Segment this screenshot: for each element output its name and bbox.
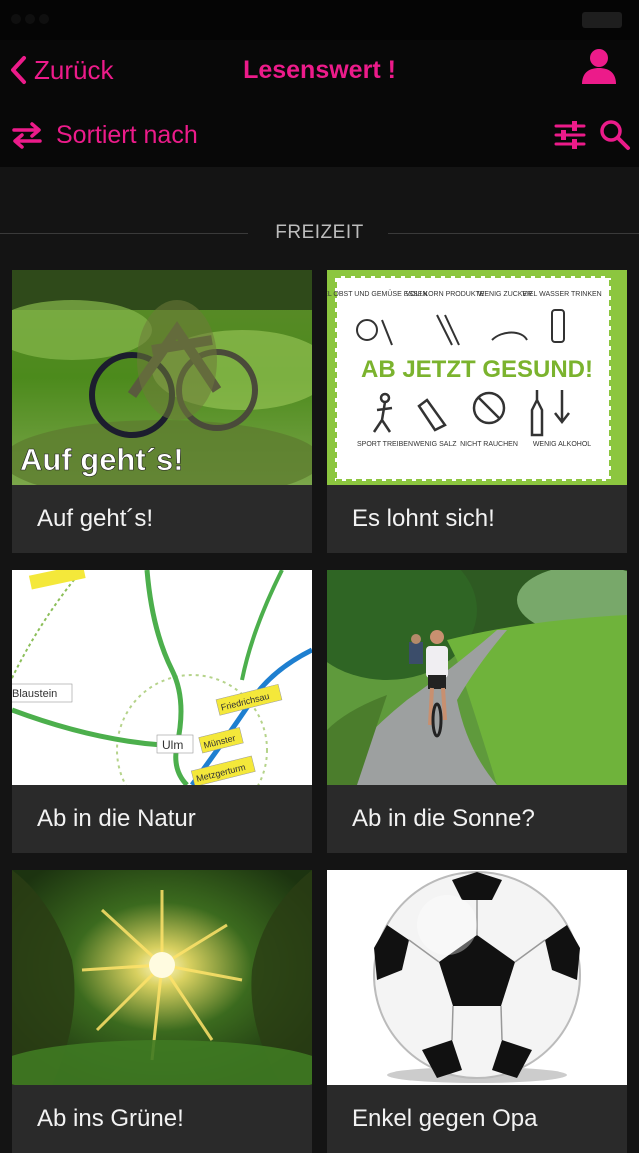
article-card-ab-ins-gruene[interactable]: Ab ins Grüne! xyxy=(12,870,312,1153)
chevron-left-icon xyxy=(11,56,26,84)
card-caption: Auf geht´s! xyxy=(37,505,154,532)
article-card-es-lohnt-sich[interactable]: VIEL OBST UND GEMÜSE ESSEN VOLLKORN PROD… xyxy=(327,270,627,553)
card-caption: Enkel gegen Opa xyxy=(352,1105,538,1132)
poster-text-bottom-2: WENIG SALZ xyxy=(413,441,457,448)
filter-sliders-icon[interactable] xyxy=(553,118,587,152)
map-image-icon: Blaustein Ulm Friedrichsau Münster Metzg… xyxy=(12,570,312,785)
soccer-ball-photo-icon xyxy=(327,870,627,1085)
user-profile-icon[interactable] xyxy=(579,46,619,86)
poster-text-top-2: VOLLKORN PRODUKTE xyxy=(406,291,485,298)
article-image: VIEL OBST UND GEMÜSE ESSEN VOLLKORN PROD… xyxy=(327,270,627,485)
battery-icon xyxy=(582,12,622,28)
back-label: Zurück xyxy=(34,54,114,85)
image-overlay-text: Auf geht´s! xyxy=(20,442,184,477)
article-image xyxy=(327,870,627,1085)
search-icon[interactable] xyxy=(598,118,632,152)
map-label-ulm: Ulm xyxy=(162,738,183,752)
cyclists-path-photo-icon xyxy=(327,570,627,785)
swap-arrows-icon xyxy=(12,122,42,149)
section-label: FREIZEIT xyxy=(275,222,364,243)
article-image xyxy=(12,870,312,1085)
poster-headline: AB JETZT GESUND! xyxy=(361,356,593,383)
article-image: Blaustein Ulm Friedrichsau Münster Metzg… xyxy=(12,570,312,785)
poster-text-bottom-3: NICHT RAUCHEN xyxy=(460,441,518,448)
article-image: Auf geht´s! xyxy=(12,270,312,485)
article-image xyxy=(327,570,627,785)
sort-label: Sortiert nach xyxy=(56,120,198,149)
signal-icon xyxy=(11,14,49,24)
page-title: Lesenswert ! xyxy=(243,56,396,84)
navigation-bar: Zurück Lesenswert ! Sortiert nach xyxy=(0,40,639,167)
card-caption: Ab ins Grüne! xyxy=(37,1105,184,1132)
back-button[interactable]: Zurück xyxy=(8,48,113,92)
poster-text-top-4: VIEL WASSER TRINKEN xyxy=(522,291,601,298)
sun-through-trees-photo-icon xyxy=(12,870,312,1085)
poster-text-bottom-4: WENIG ALKOHOL xyxy=(533,441,591,448)
sort-button[interactable]: Sortiert nach xyxy=(10,115,198,155)
card-caption: Ab in die Sonne? xyxy=(352,805,535,832)
article-card-auf-gehts[interactable]: Auf geht´s! Auf geht´s! xyxy=(12,270,312,553)
status-bar xyxy=(0,0,639,40)
card-caption: Es lohnt sich! xyxy=(352,505,495,532)
article-card-ab-in-die-natur[interactable]: Blaustein Ulm Friedrichsau Münster Metzg… xyxy=(12,570,312,853)
section-header: FREIZEIT xyxy=(0,218,639,248)
moss-bicycle-photo-icon: Auf geht´s! xyxy=(12,270,312,485)
map-label-blaustein: Blaustein xyxy=(12,688,57,700)
article-card-enkel-gegen-opa[interactable]: Enkel gegen Opa xyxy=(327,870,627,1153)
article-card-ab-in-die-sonne[interactable]: Ab in die Sonne? xyxy=(327,570,627,853)
healthy-living-poster-icon: VIEL OBST UND GEMÜSE ESSEN VOLLKORN PROD… xyxy=(327,270,627,485)
poster-text-bottom-1: SPORT TREIBEN xyxy=(357,441,413,448)
card-caption: Ab in die Natur xyxy=(37,805,196,832)
